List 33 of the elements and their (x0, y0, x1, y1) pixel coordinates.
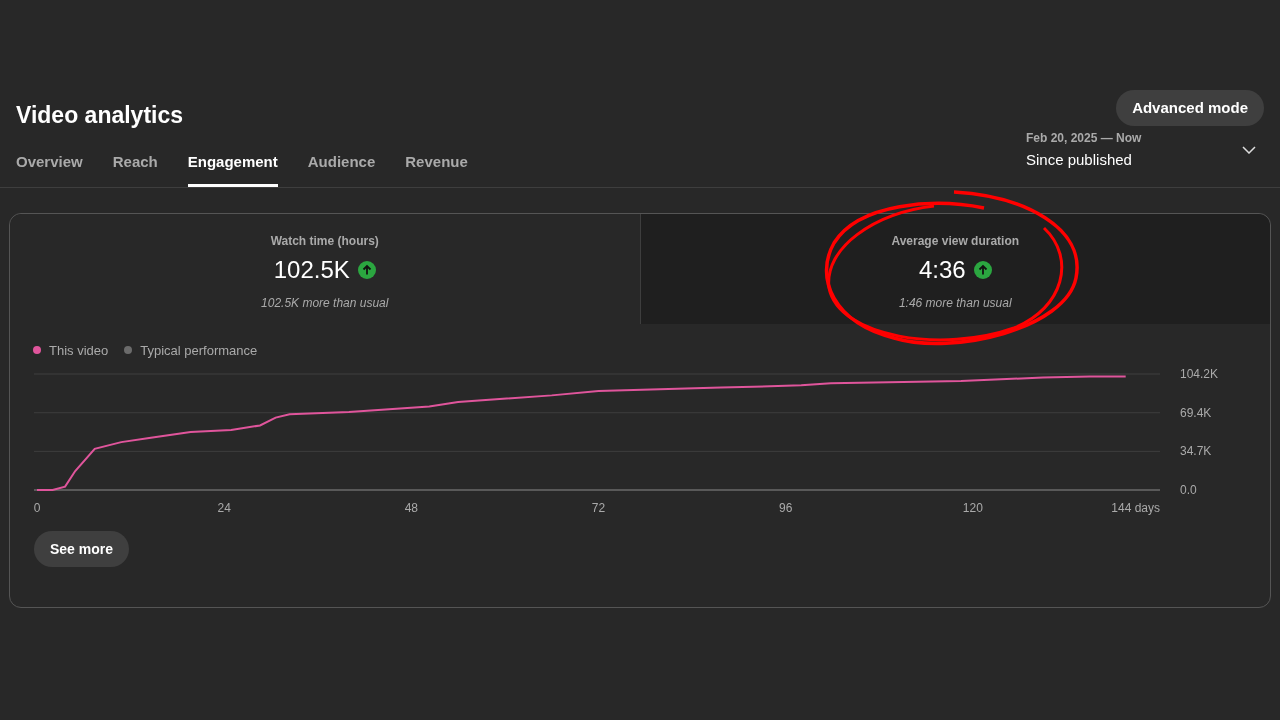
tab[interactable]: Reach (112, 151, 158, 187)
x-axis-label: 48 (404, 501, 418, 515)
see-more-button[interactable]: See more (34, 531, 130, 567)
x-axis-label: 144 days (1111, 501, 1160, 515)
legend-label: Typical performance (140, 341, 258, 360)
legend-label: This video (49, 341, 109, 360)
y-axis-label: 69.4K (1180, 405, 1212, 420)
tab[interactable]: Audience (307, 151, 376, 187)
date-range-text: Feb 20, 2025 — Now (1026, 130, 1142, 147)
metric-note: 1:46 more than usual (898, 294, 1012, 312)
y-axis-label: 0.0 (1180, 483, 1197, 497)
metric-value: 102.5K (273, 254, 350, 285)
metric-value: 4:36 (918, 254, 966, 285)
y-axis-label: 34.7K (1180, 444, 1212, 459)
date-range-label: Since published (1026, 150, 1133, 170)
x-axis-label: 120 (962, 501, 983, 515)
metric-title: Average view duration (891, 232, 1020, 250)
x-axis-label: 0 (33, 501, 41, 515)
metric-tile[interactable]: Average view duration 4:36 1:46 more than usual (640, 213, 1270, 324)
metric-title: Watch time (hours) (270, 232, 379, 250)
page-title: Video analytics (16, 101, 184, 130)
x-axis-label: 24 (217, 501, 231, 515)
tab[interactable]: Overview (16, 151, 83, 187)
y-axis-label: 104.2K (1180, 367, 1219, 381)
chevron-down-icon (1242, 146, 1256, 155)
metric-tile[interactable]: Watch time (hours) 102.5K 102.5K more than usual (10, 213, 641, 324)
x-axis-label: 72 (591, 501, 606, 515)
metric-note: 102.5K more than usual (261, 294, 389, 312)
x-axis-label: 96 (779, 501, 793, 515)
tab[interactable]: Engagement (187, 151, 278, 187)
date-range-dropdown[interactable]: Feb 20, 2025 — Now Since published (1018, 129, 1256, 188)
tab[interactable]: Revenue (405, 151, 468, 187)
advanced-mode-button[interactable]: Advanced mode (1116, 90, 1264, 126)
